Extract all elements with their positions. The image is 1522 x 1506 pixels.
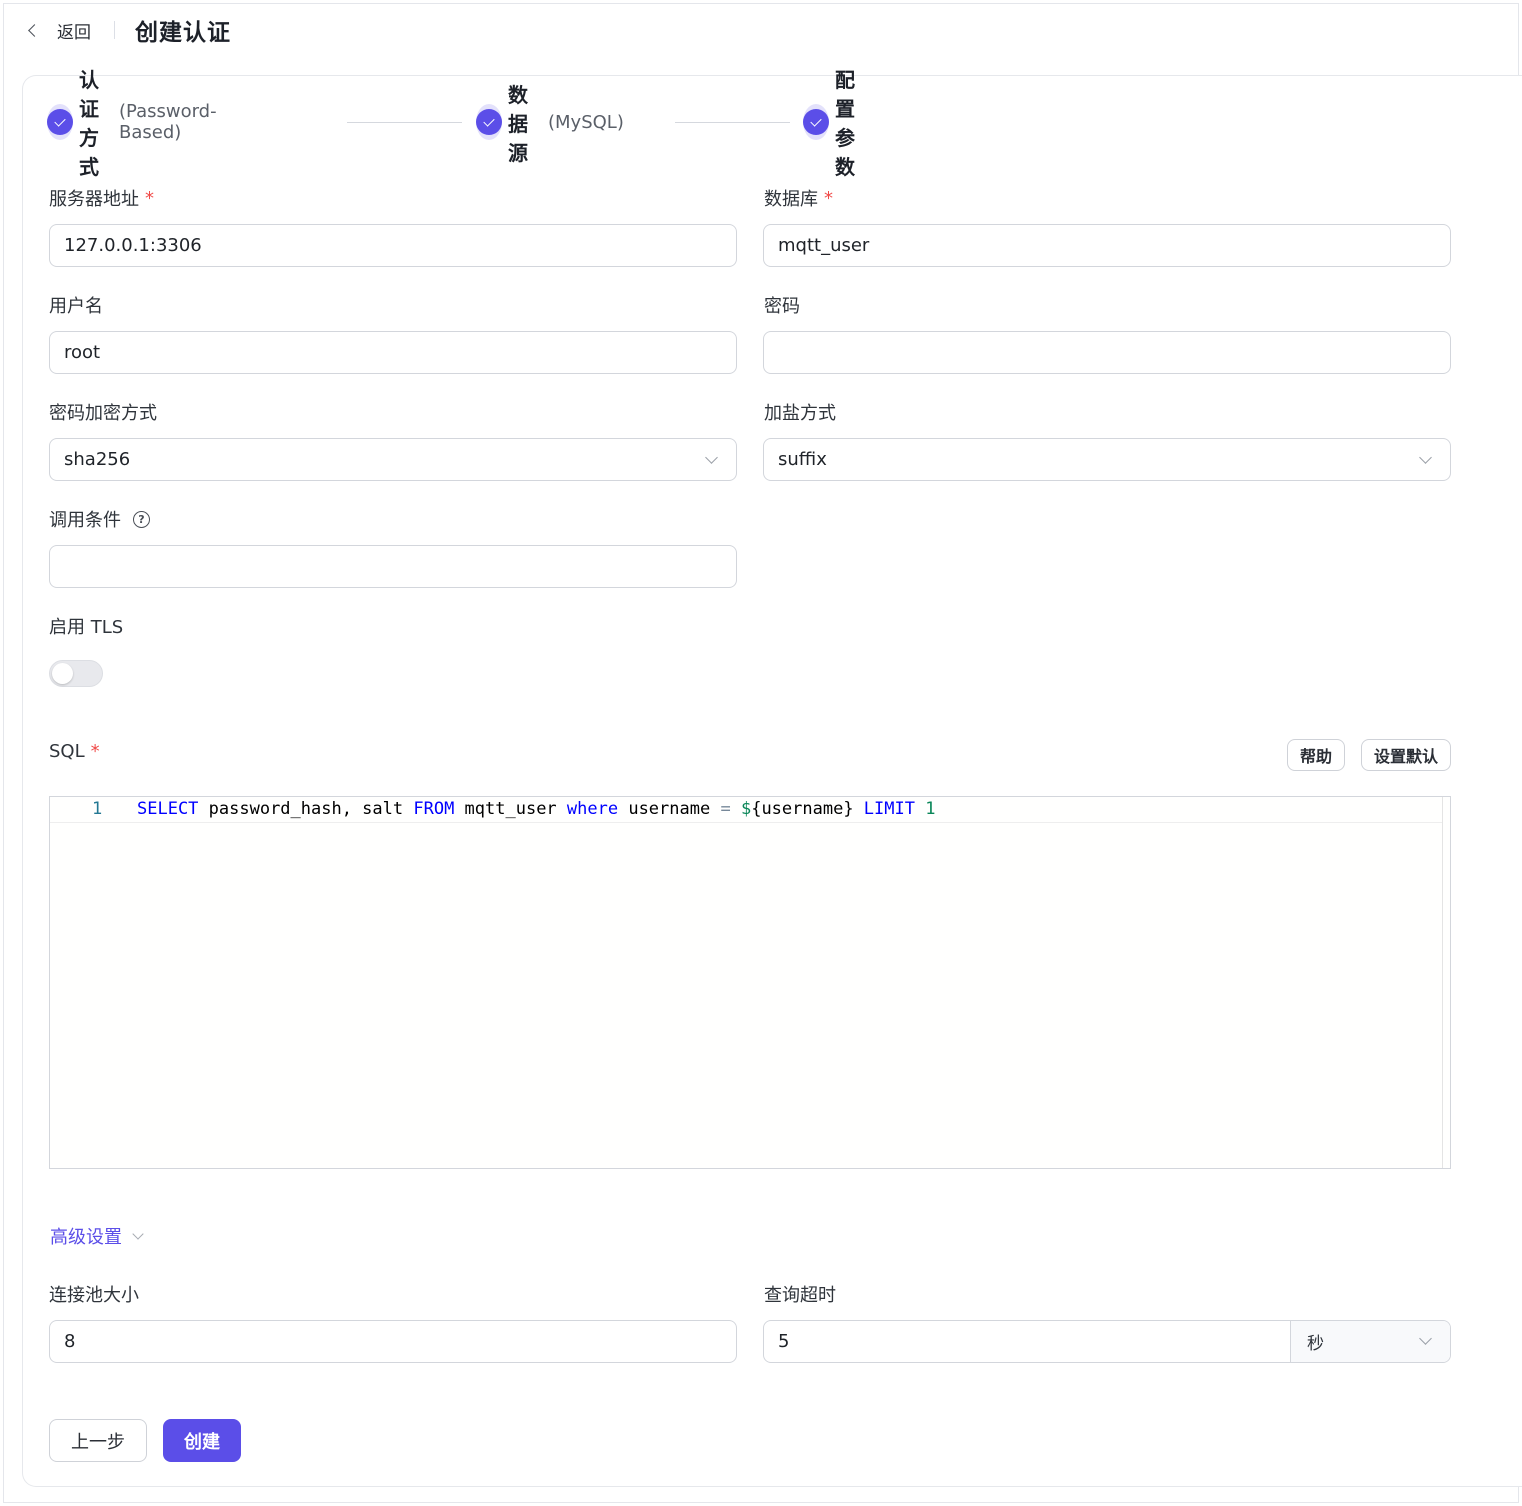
chevron-down-icon <box>1419 1332 1432 1345</box>
precondition-label: 调用条件 ? <box>49 506 150 532</box>
database-label: 数据库 * <box>764 187 833 211</box>
chevron-down-icon <box>705 451 718 464</box>
step-auth-method: 认证方式 (Password-Based) <box>47 68 217 179</box>
top-bar: 返回 创建认证 <box>4 4 1520 56</box>
pool-size-input[interactable]: 8 <box>49 1320 737 1363</box>
step-data-source: 数据源 (MySQL) <box>476 83 624 165</box>
step-connector <box>675 122 790 123</box>
database-input[interactable]: mqtt_user <box>763 224 1451 267</box>
editor-scrollbar[interactable] <box>1442 797 1450 1168</box>
sql-label: SQL * <box>49 741 100 762</box>
salt-select[interactable]: suffix <box>763 438 1451 481</box>
password-input[interactable] <box>763 331 1451 374</box>
step-name: 数据源 <box>508 82 528 165</box>
query-timeout-label: 查询超时 <box>764 1285 836 1306</box>
username-input[interactable]: root <box>49 331 737 374</box>
chevron-down-icon <box>1419 451 1432 464</box>
hash-select[interactable]: sha256 <box>49 438 737 481</box>
advanced-settings-toggle[interactable]: 高级设置 <box>50 1223 144 1249</box>
step-config-params: 配置参数 <box>803 68 865 179</box>
toggle-knob <box>52 663 73 684</box>
line-number: 1 <box>92 799 103 819</box>
app-frame: 返回 创建认证 认证方式 (Password-Based) 数据源 (MySQL… <box>3 3 1522 1503</box>
create-button[interactable]: 创建 <box>163 1419 241 1462</box>
header-divider <box>114 21 115 39</box>
chevron-down-icon <box>132 1228 144 1240</box>
precondition-input[interactable] <box>49 545 737 588</box>
server-label: 服务器地址 * <box>49 187 154 211</box>
hash-label: 密码加密方式 <box>49 403 157 424</box>
step-complete-icon <box>476 104 502 140</box>
step-complete-icon <box>47 104 73 140</box>
prev-step-button[interactable]: 上一步 <box>49 1419 147 1462</box>
editor-line: 1 SELECT password_hash, salt FROM mqtt_u… <box>50 797 1442 823</box>
step-connector <box>347 122 462 123</box>
sql-set-default-button[interactable]: 设置默认 <box>1361 739 1451 771</box>
time-unit-select[interactable]: 秒 <box>1290 1321 1450 1362</box>
step-complete-icon <box>803 104 829 140</box>
password-label: 密码 <box>764 296 800 317</box>
form-card: 认证方式 (Password-Based) 数据源 (MySQL) 配置参数 服… <box>22 68 1522 1487</box>
chevron-left-icon <box>28 23 41 37</box>
back-label: 返回 <box>57 22 91 43</box>
username-label: 用户名 <box>49 296 103 317</box>
step-name: 配置参数 <box>835 68 855 179</box>
step-sub: (MySQL) <box>548 111 624 133</box>
sql-help-button[interactable]: 帮助 <box>1287 739 1345 771</box>
query-timeout-field: 5 秒 <box>763 1320 1451 1363</box>
tls-label: 启用 TLS <box>49 617 124 638</box>
tls-toggle[interactable] <box>49 660 103 687</box>
step-sub: (Password-Based) <box>119 101 217 143</box>
sql-code[interactable]: SELECT password_hash, salt FROM mqtt_use… <box>137 799 935 819</box>
question-circle-icon[interactable]: ? <box>133 510 150 528</box>
query-timeout-input[interactable]: 5 <box>778 1331 789 1352</box>
server-input[interactable]: 127.0.0.1:3306 <box>49 224 737 267</box>
salt-label: 加盐方式 <box>764 403 836 424</box>
step-name: 认证方式 <box>79 68 99 179</box>
sql-editor[interactable]: 1 SELECT password_hash, salt FROM mqtt_u… <box>49 796 1451 1169</box>
page-title: 创建认证 <box>135 20 231 46</box>
pool-size-label: 连接池大小 <box>49 1285 139 1306</box>
back-button[interactable]: 返回 <box>24 14 91 46</box>
